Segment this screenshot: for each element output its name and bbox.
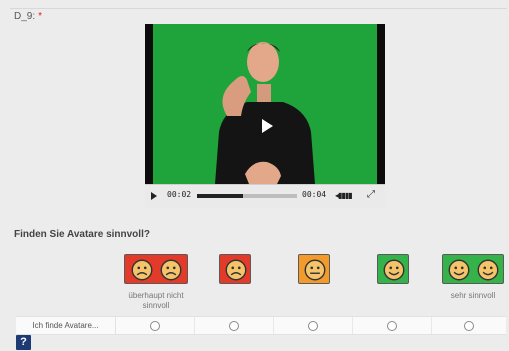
fullscreen-icon[interactable]: ⤢	[367, 189, 375, 200]
radio-option-1[interactable]	[150, 321, 160, 331]
scale-anchor-low: überhaupt nicht sinnvoll	[128, 291, 184, 310]
help-button[interactable]: ?	[16, 335, 31, 350]
answer-cell	[274, 317, 353, 334]
answer-cell	[432, 317, 506, 334]
scale-anchor-high: sehr sinnvoll	[450, 291, 496, 300]
radio-option-4[interactable]	[387, 321, 397, 331]
seek-bar[interactable]	[197, 194, 297, 198]
play-overlay-icon[interactable]	[262, 119, 273, 133]
required-marker: *	[38, 11, 43, 22]
signer-figure	[215, 42, 315, 184]
very-sad-smiley-icon	[124, 254, 188, 284]
question-id: D_9: *	[14, 11, 42, 22]
answer-row-label: Ich finde Avatare...	[16, 317, 116, 334]
radio-option-3[interactable]	[308, 321, 318, 331]
current-time: 00:02	[167, 190, 192, 199]
duration: 00:04	[302, 190, 327, 199]
answer-cell	[116, 317, 195, 334]
answer-cell	[353, 317, 432, 334]
question-text: Finden Sie Avatare sinnvoll?	[14, 229, 150, 240]
happy-smiley-icon	[377, 254, 409, 284]
video-controls: 00:02 00:04 ◂▮▮▮▮ ⤢	[145, 184, 385, 208]
question-id-text: D_9:	[14, 11, 36, 22]
sad-smiley-icon	[219, 254, 251, 284]
answer-cell	[195, 317, 274, 334]
video-player[interactable]: 00:02 00:04 ◂▮▮▮▮ ⤢	[145, 24, 385, 208]
radio-option-2[interactable]	[229, 321, 239, 331]
seek-progress	[197, 194, 243, 198]
play-icon[interactable]	[151, 192, 157, 200]
radio-option-5[interactable]	[464, 321, 474, 331]
neutral-smiley-icon	[298, 254, 330, 284]
volume-icon[interactable]: ◂▮▮▮▮	[335, 191, 353, 200]
top-divider	[10, 8, 507, 9]
very-happy-smiley-icon	[442, 254, 504, 284]
answer-row: Ich finde Avatare...	[16, 316, 506, 335]
video-screen[interactable]	[153, 24, 377, 184]
